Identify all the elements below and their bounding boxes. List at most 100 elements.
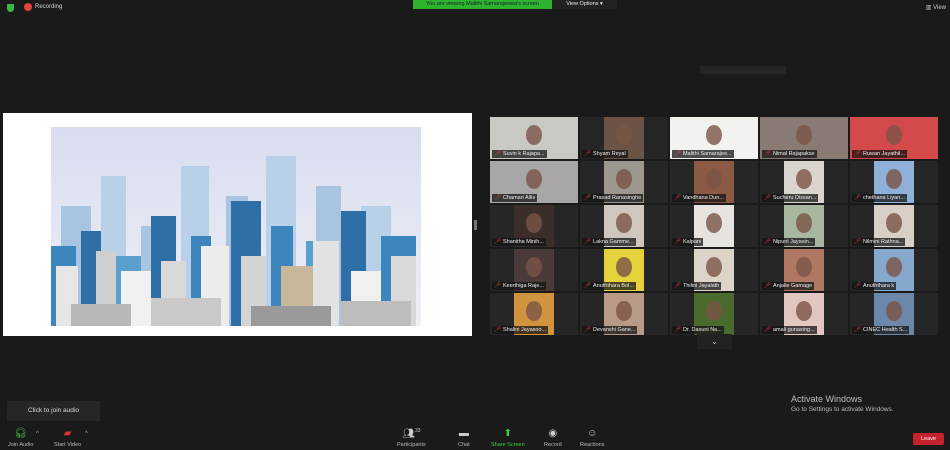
mic-muted-icon: 🎤︎ [764,195,771,201]
participant-tile[interactable]: 🎤︎ Keerthiga Raje... [490,249,578,291]
participant-name: 🎤︎ Dr. Dasuni Na... [672,326,724,334]
participants-icon: 👥︎33 [402,428,421,440]
view-label: View [933,5,946,11]
building [341,301,411,326]
participant-tile[interactable]: 🎤︎ CINEC Health S... [850,293,938,335]
participant-face [616,257,632,277]
participant-name-text: Malithi Samarajee... [682,151,732,157]
start-video-button[interactable]: ▰ Start Video [54,428,81,448]
participant-face [886,169,902,189]
participants-label: Participants [397,442,426,448]
video-options-chevron-icon[interactable]: ^ [85,431,88,437]
participant-tile[interactable]: 🎤︎ Shyam Reyal [580,117,668,159]
participant-tile[interactable]: 🎤︎ Thilini Jayalath [670,249,758,291]
participant-tile[interactable]: 🎤︎ Nimal Rajapakse [760,117,848,159]
mic-muted-icon: 🎤︎ [494,239,501,245]
participant-tile[interactable]: 🎤︎ Suvin k Rajapa... [490,117,578,159]
participant-name-text: Sucheru Dissan... [772,195,817,201]
mic-muted-icon: 🎤︎ [584,283,591,289]
resize-handle[interactable] [474,220,477,230]
mic-muted-icon: 🎤︎ [674,327,681,333]
participant-name-text: Shyam Reyal [592,151,626,157]
participant-name: 🎤︎ Anjalie Gamage [762,282,815,290]
participant-name-text: Prasad Ranasinghe [592,195,642,201]
headphones-icon: 🎧︎ [14,428,28,439]
mic-muted-icon: 🎤︎ [764,327,771,333]
participant-name-text: Anuththara Bol... [592,283,634,289]
participant-name-text: Thilini Jayalath [682,283,720,289]
participant-face [706,125,722,145]
participant-tile[interactable]: 🎤︎ Malithi Samarajee... [670,117,758,159]
mic-muted-icon: 🎤︎ [494,151,501,157]
chat-button[interactable]: ▬ Chat [458,428,470,448]
mic-muted-icon: 🎤︎ [584,151,591,157]
participant-tile[interactable]: 🎤︎ Nipuni Jayasin... [760,205,848,247]
recording-indicator[interactable]: Recording [24,3,62,11]
share-screen-label: Share Screen [491,442,525,448]
participant-name: 🎤︎ Anuththara Bol... [582,282,636,290]
participant-tile[interactable]: 🎤︎ Kalpani [670,205,758,247]
view-options-button[interactable]: View Options ▾ [552,0,617,9]
join-audio-tooltip[interactable]: Click to join audio [7,401,100,421]
participant-tile[interactable]: 🎤︎ Shalini Jayasoo... [490,293,578,335]
participant-face [706,301,722,321]
mic-muted-icon: 🎤︎ [584,239,591,245]
participant-name: 🎤︎ Malithi Samarajee... [672,150,734,158]
participant-name-text: Shalini Jayasoo... [502,327,547,333]
watermark-title: Activate Windows [791,394,863,404]
participant-name: 🎤︎ Ruwan Jayathil... [852,150,907,158]
participant-tile[interactable]: 🎤︎ Anjalie Gamage [760,249,848,291]
participant-tile[interactable]: 🎤︎ Sucheru Dissan... [760,161,848,203]
participant-tile[interactable]: 🎤︎ Nilmini Rathna... [850,205,938,247]
record-button[interactable]: ◉ Record [544,428,562,448]
reactions-button[interactable]: ☺ Reactions [580,428,604,448]
participants-button[interactable]: 👥︎33 Participants [397,428,426,448]
participant-tile[interactable]: 🎤︎ Shanitha Minih... [490,205,578,247]
mic-muted-icon: 🎤︎ [494,327,501,333]
mic-muted-icon: 🎤︎ [674,239,681,245]
audio-options-chevron-icon[interactable]: ^ [36,431,39,437]
mic-muted-icon: 🎤︎ [854,283,861,289]
mic-muted-icon: 🎤︎ [494,283,501,289]
leave-button[interactable]: Leave [913,433,944,445]
share-screen-button[interactable]: ⬆ Share Screen [491,428,525,448]
participant-tile[interactable]: 🎤︎ Anuththara k [850,249,938,291]
mic-muted-icon: 🎤︎ [854,195,861,201]
participant-name-text: Keerthiga Raje... [502,283,544,289]
participant-tile[interactable]: 🎤︎ Dr. Dasuni Na... [670,293,758,335]
participant-tile[interactable]: 🎤︎ Chamari Allis [490,161,578,203]
building [251,306,331,326]
view-button[interactable]: ▥ View [926,4,946,11]
participant-tile[interactable]: 🎤︎ Anuththara Bol... [580,249,668,291]
participant-tile[interactable]: 🎤︎ amali gunasing... [760,293,848,335]
next-page-button[interactable]: ⌄ [697,334,732,349]
city-skyline-image [51,127,421,326]
participant-name-text: Chamari Allis [502,195,536,201]
mic-muted-icon: 🎤︎ [494,195,501,201]
participant-name: 🎤︎ Nipuni Jayasin... [762,238,816,246]
participant-tile[interactable]: 🎤︎ Lakna Gamme... [580,205,668,247]
participant-face [526,169,542,189]
participant-tile[interactable]: 🎤︎ Devanshi Gane... [580,293,668,335]
mic-muted-icon: 🎤︎ [674,151,681,157]
participant-name-text: Anjalie Gamage [772,283,813,289]
participant-name: 🎤︎ Shanitha Minih... [492,238,546,246]
participant-name-text: Devanshi Gane... [592,327,636,333]
video-off-icon: ▰ [63,428,72,439]
join-audio-button[interactable]: 🎧︎ Join Audio [8,428,33,448]
participant-tile[interactable]: 🎤︎ Ruwan Jayathil... [850,117,938,159]
participant-name-text: Anuththara k [862,283,895,289]
participant-tile[interactable]: 🎤︎ Vandhana Dun... [670,161,758,203]
participant-name: 🎤︎ Lakna Gamme... [582,238,636,246]
security-shield-icon[interactable] [7,4,14,12]
participant-tile[interactable]: 🎤︎ chethana Liyan... [850,161,938,203]
participant-name: 🎤︎ Suvin k Rajapa... [492,150,547,158]
share-screen-icon: ⬆ [503,428,513,439]
participant-face [526,301,542,321]
viewing-banner: You are viewing Malithi Samarajeewa's sc… [413,0,552,9]
shared-screen [3,113,472,336]
reactions-label: Reactions [580,442,605,448]
participant-name: 🎤︎ amali gunasing... [762,326,817,334]
participant-tile[interactable]: 🎤︎ Prasad Ranasinghe [580,161,668,203]
participant-face [886,213,902,233]
